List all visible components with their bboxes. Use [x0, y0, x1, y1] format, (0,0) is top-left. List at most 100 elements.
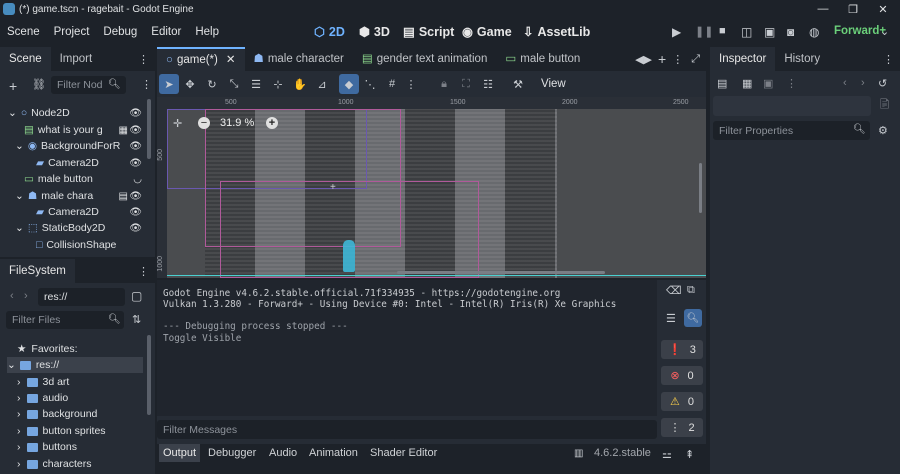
tab-filesystem[interactable]: FileSystem: [0, 259, 75, 283]
visibility-icon[interactable]: 👁︎: [129, 141, 142, 152]
mode-assetlib-button[interactable]: ⇩ AssetLib: [523, 24, 590, 40]
copy-icon[interactable]: ⧉: [687, 284, 695, 297]
warning-count-button[interactable]: ⚠ 0: [661, 392, 703, 411]
pause-icon[interactable]: ❚❚: [695, 25, 713, 38]
bone-icon[interactable]: ⚒: [507, 78, 529, 91]
renderer-select[interactable]: Forward+: [834, 25, 886, 37]
tab-inspector[interactable]: Inspector: [710, 47, 776, 71]
zoom-out-button[interactable]: −: [198, 117, 210, 129]
tab-output[interactable]: Output: [159, 444, 201, 462]
move-tool-icon[interactable]: ✥: [179, 78, 201, 91]
visibility-icon[interactable]: 👁︎: [129, 158, 142, 169]
v-scrollbar[interactable]: [699, 163, 702, 213]
folder-row-root[interactable]: ⌄ res://: [7, 357, 143, 373]
tab-game[interactable]: ○ game(*) ✕: [157, 47, 245, 71]
new-resource-icon[interactable]: ▤: [717, 77, 727, 90]
lock-icon[interactable]: 🔒︎: [433, 78, 455, 91]
tree-node-collisionshape[interactable]: □ CollisionShape: [36, 237, 148, 253]
visibility-icon[interactable]: 👁︎: [129, 191, 142, 202]
tab-gender-text-animation[interactable]: ▤ gender text animation: [353, 47, 496, 71]
smart-snap-icon[interactable]: ⋱: [359, 78, 381, 91]
movie-icon[interactable]: ◙: [787, 25, 794, 39]
zoom-level[interactable]: 31.9 %: [220, 117, 254, 129]
pivot-tool-icon[interactable]: ⊹: [267, 78, 289, 91]
tree-node-staticbody2d[interactable]: ⌄ ⬚ StaticBody2D 👁︎: [15, 220, 148, 236]
folder-row[interactable]: › background: [17, 406, 97, 422]
tree-node-camera2d[interactable]: ▰ Camera2D 👁︎: [36, 155, 148, 171]
layout-icon[interactable]: ⚍: [662, 448, 672, 461]
tab-audio[interactable]: Audio: [269, 447, 297, 459]
tab-male-button[interactable]: ▭ male button: [496, 47, 589, 71]
pan-tool-icon[interactable]: ✋: [289, 78, 311, 91]
filter-messages-input[interactable]: Filter Messages: [157, 420, 657, 439]
tab-shader-editor[interactable]: Shader Editor: [370, 447, 437, 459]
split-view-icon[interactable]: ▢: [131, 289, 142, 303]
grid-snap-icon[interactable]: #: [381, 78, 403, 90]
folder-row[interactable]: › 3d art: [17, 374, 69, 390]
filter-properties-input[interactable]: Filter Properties: [713, 121, 870, 140]
ruler-tool-icon[interactable]: ⊿: [311, 78, 333, 91]
tree-node-male-character[interactable]: ⌄ ☗ male chara ▤ 👁︎: [15, 188, 148, 204]
menu-debug[interactable]: Debug: [96, 26, 144, 38]
link-icon[interactable]: ⛓: [32, 78, 46, 91]
tab-menu-icon[interactable]: ⋮: [672, 53, 683, 66]
play-scene-icon[interactable]: ◫: [741, 25, 752, 39]
maximize-button[interactable]: ❐: [838, 0, 868, 18]
history-forward-icon[interactable]: ›: [861, 77, 865, 89]
tree-node-camera2d-child[interactable]: ▰ Camera2D 👁︎: [36, 204, 148, 220]
close-window-button[interactable]: ✕: [868, 0, 898, 18]
tab-debugger[interactable]: Debugger: [208, 447, 256, 459]
dock-menu-icon[interactable]: ⋮: [883, 53, 894, 66]
male-character-sprite[interactable]: [343, 240, 355, 272]
tab-male-character[interactable]: ☗ male character: [245, 47, 353, 71]
visibility-icon[interactable]: 👁︎: [129, 223, 142, 234]
tab-import[interactable]: Import: [51, 47, 102, 71]
play-custom-icon[interactable]: ▣: [764, 25, 775, 39]
renderer-chevron-icon[interactable]: ⌄: [880, 25, 889, 38]
folder-row[interactable]: › audio: [17, 390, 68, 406]
stop-icon[interactable]: ■: [719, 25, 726, 37]
clear-output-icon[interactable]: ⌫: [666, 284, 682, 297]
hidden-icon[interactable]: ◡: [133, 174, 142, 185]
folder-row[interactable]: › characters: [17, 456, 92, 472]
new-tab-icon[interactable]: +: [658, 51, 666, 67]
menu-scene[interactable]: Scene: [0, 26, 47, 38]
visibility-icon[interactable]: 👁︎: [129, 207, 142, 218]
tree-node-male-button[interactable]: ▭ male button ◡: [24, 171, 148, 187]
mode-2d-button[interactable]: ⬡ 2D: [314, 24, 345, 40]
save-resource-icon[interactable]: ▣: [763, 77, 773, 90]
group-icon[interactable]: ⛶: [455, 78, 477, 91]
tab-scene[interactable]: Scene: [0, 47, 51, 71]
snap-toggle-icon[interactable]: ◆: [339, 74, 359, 94]
tree-node-question-label[interactable]: ▤ what is your g ▦ 👁︎: [24, 122, 148, 138]
tree-scrollbar[interactable]: [147, 99, 151, 159]
tab-history[interactable]: History: [775, 47, 829, 71]
scroll-tabs-icon[interactable]: ◀▶: [635, 53, 652, 66]
object-doc-icon[interactable]: 📄︎: [878, 99, 891, 110]
rotate-tool-icon[interactable]: ↻: [201, 78, 223, 91]
sort-icon[interactable]: ⇅: [132, 313, 141, 326]
h-scrollbar[interactable]: [397, 271, 605, 274]
file-filter-input[interactable]: Filter Files: [6, 311, 124, 329]
remote-debug-icon[interactable]: ◍: [809, 25, 819, 39]
history-back-icon[interactable]: ‹: [843, 77, 847, 89]
menu-help[interactable]: Help: [188, 26, 226, 38]
log-count-button[interactable]: ❗ 3: [661, 340, 703, 359]
resource-menu-icon[interactable]: ⋮: [786, 77, 797, 90]
folder-row[interactable]: › button sprites: [17, 423, 106, 439]
expand-panel-icon[interactable]: ⇞: [685, 448, 694, 461]
list-select-icon[interactable]: ☰: [245, 78, 267, 91]
tree-node-background[interactable]: ⌄ ◉ BackgroundForR 👁︎: [15, 138, 148, 154]
play-icon[interactable]: ▶: [672, 25, 681, 39]
dock-menu-icon[interactable]: ⋮: [138, 265, 149, 278]
menu-editor[interactable]: Editor: [144, 26, 188, 38]
minimize-button[interactable]: —: [808, 0, 838, 18]
dock-menu-icon[interactable]: ⋮: [138, 53, 149, 66]
visibility-icon[interactable]: 👁︎: [129, 125, 142, 136]
favorites-row[interactable]: ★ Favorites:: [17, 341, 78, 357]
select-tool-icon[interactable]: ➤: [159, 74, 179, 94]
add-node-icon[interactable]: +: [9, 78, 17, 94]
search-toggle-icon[interactable]: 🔍︎: [684, 309, 702, 327]
collapse-icon[interactable]: ☰: [666, 312, 676, 325]
inspector-settings-icon[interactable]: ⚙: [878, 124, 888, 137]
